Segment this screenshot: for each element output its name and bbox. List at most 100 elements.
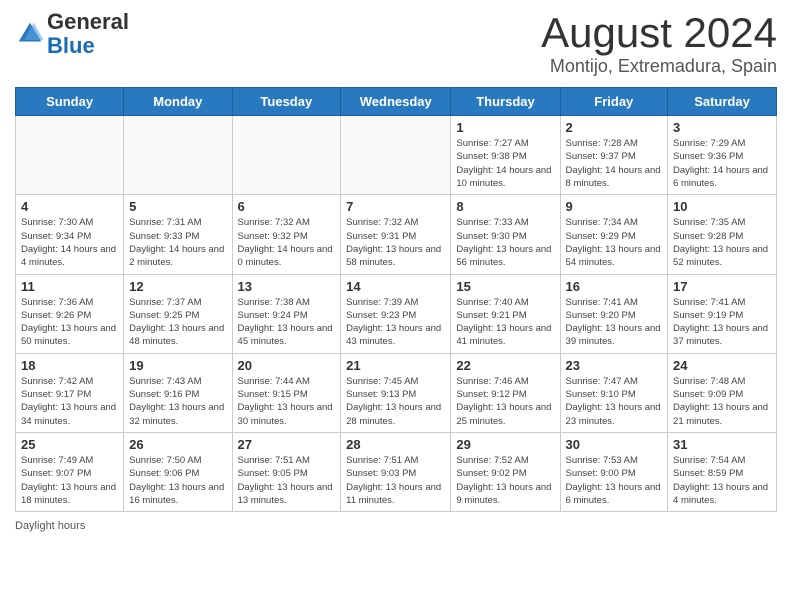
day-number: 1 [456, 120, 554, 135]
calendar-cell: 17Sunrise: 7:41 AMSunset: 9:19 PMDayligh… [668, 274, 777, 353]
day-info: Sunrise: 7:42 AMSunset: 9:17 PMDaylight:… [21, 375, 118, 428]
calendar-cell [232, 116, 341, 195]
day-info: Sunrise: 7:31 AMSunset: 9:33 PMDaylight:… [129, 216, 226, 269]
day-number: 30 [566, 437, 663, 452]
day-info: Sunrise: 7:32 AMSunset: 9:31 PMDaylight:… [346, 216, 445, 269]
day-info: Sunrise: 7:38 AMSunset: 9:24 PMDaylight:… [238, 296, 336, 349]
day-number: 29 [456, 437, 554, 452]
calendar-cell: 16 Sunrise: 7:41 AMSunset: 9:20 PMDayligh… [560, 274, 668, 353]
day-info: Sunrise: 7:41 AMSunset: 9:20 PMDaylight:… [566, 296, 663, 349]
day-info: Sunrise: 7:52 AMSunset: 9:02 PMDaylight:… [456, 454, 554, 507]
day-info: Sunrise: 7:35 AMSunset: 9:28 PMDaylight:… [673, 216, 771, 269]
week-row-1: 1 Sunrise: 7:27 AMSunset: 9:38 PMDaylight… [16, 116, 777, 195]
calendar-cell [341, 116, 451, 195]
calendar-cell: 25 Sunrise: 7:49 AMSunset: 9:07 PMDayligh… [16, 432, 124, 511]
week-row-5: 25 Sunrise: 7:49 AMSunset: 9:07 PMDayligh… [16, 432, 777, 511]
calendar-cell: 8 Sunrise: 7:33 AMSunset: 9:30 PMDaylight… [451, 195, 560, 274]
day-info: Sunrise: 7:29 AMSunset: 9:36 PMDaylight:… [673, 137, 771, 190]
calendar-cell: 21 Sunrise: 7:45 AMSunset: 9:13 PMDayligh… [341, 353, 451, 432]
logo: General Blue [15, 10, 129, 58]
day-info: Sunrise: 7:43 AMSunset: 9:16 PMDaylight:… [129, 375, 226, 428]
day-info: Sunrise: 7:32 AMSunset: 9:32 PMDaylight:… [238, 216, 336, 269]
day-number: 15 [456, 279, 554, 294]
day-number: 3 [673, 120, 771, 135]
calendar-cell [16, 116, 124, 195]
column-header-wednesday: Wednesday [341, 88, 451, 116]
day-info: Sunrise: 7:28 AMSunset: 9:37 PMDaylight:… [566, 137, 663, 190]
day-info: Sunrise: 7:46 AMSunset: 9:12 PMDaylight:… [456, 375, 554, 428]
week-row-4: 18 Sunrise: 7:42 AMSunset: 9:17 PMDayligh… [16, 353, 777, 432]
logo-text: General Blue [47, 10, 129, 58]
day-number: 7 [346, 199, 445, 214]
calendar-cell: 14Sunrise: 7:39 AMSunset: 9:23 PMDayligh… [341, 274, 451, 353]
day-number: 22 [456, 358, 554, 373]
day-info: Sunrise: 7:30 AMSunset: 9:34 PMDaylight:… [21, 216, 118, 269]
day-info: Sunrise: 7:41 AMSunset: 9:19 PMDaylight:… [673, 296, 771, 349]
calendar-cell: 13 Sunrise: 7:38 AMSunset: 9:24 PMDayligh… [232, 274, 341, 353]
calendar-cell: 26Sunrise: 7:50 AMSunset: 9:06 PMDayligh… [124, 432, 232, 511]
calendar-cell: 23 Sunrise: 7:47 AMSunset: 9:10 PMDayligh… [560, 353, 668, 432]
calendar-cell: 3 Sunrise: 7:29 AMSunset: 9:36 PMDaylight… [668, 116, 777, 195]
day-number: 2 [566, 120, 663, 135]
day-number: 19 [129, 358, 226, 373]
footer: Daylight hours [15, 520, 777, 532]
day-number: 20 [238, 358, 336, 373]
day-info: Sunrise: 7:48 AMSunset: 9:09 PMDaylight:… [673, 375, 771, 428]
calendar-cell: 19 Sunrise: 7:43 AMSunset: 9:16 PMDayligh… [124, 353, 232, 432]
subtitle: Montijo, Extremadura, Spain [541, 56, 777, 77]
calendar-cell: 10 Sunrise: 7:35 AMSunset: 9:28 PMDayligh… [668, 195, 777, 274]
day-info: Sunrise: 7:40 AMSunset: 9:21 PMDaylight:… [456, 296, 554, 349]
calendar-cell: 1 Sunrise: 7:27 AMSunset: 9:38 PMDaylight… [451, 116, 560, 195]
day-info: Sunrise: 7:33 AMSunset: 9:30 PMDaylight:… [456, 216, 554, 269]
calendar-cell: 4 Sunrise: 7:30 AMSunset: 9:34 PMDaylight… [16, 195, 124, 274]
day-info: Sunrise: 7:50 AMSunset: 9:06 PMDaylight:… [129, 454, 226, 507]
column-header-friday: Friday [560, 88, 668, 116]
calendar-cell: 11Sunrise: 7:36 AMSunset: 9:26 PMDayligh… [16, 274, 124, 353]
day-number: 16 [566, 279, 663, 294]
column-header-monday: Monday [124, 88, 232, 116]
calendar-cell: 7 Sunrise: 7:32 AMSunset: 9:31 PMDaylight… [341, 195, 451, 274]
column-header-sunday: Sunday [16, 88, 124, 116]
calendar-cell: 18 Sunrise: 7:42 AMSunset: 9:17 PMDayligh… [16, 353, 124, 432]
calendar-cell: 12Sunrise: 7:37 AMSunset: 9:25 PMDayligh… [124, 274, 232, 353]
calendar-cell: 29 Sunrise: 7:52 AMSunset: 9:02 PMDayligh… [451, 432, 560, 511]
day-number: 9 [566, 199, 663, 214]
calendar-cell: 24 Sunrise: 7:48 AMSunset: 9:09 PMDayligh… [668, 353, 777, 432]
day-number: 5 [129, 199, 226, 214]
day-info: Sunrise: 7:54 AMSunset: 8:59 PMDaylight:… [673, 454, 771, 507]
logo-icon [15, 19, 45, 49]
day-info: Sunrise: 7:45 AMSunset: 9:13 PMDaylight:… [346, 375, 445, 428]
column-header-thursday: Thursday [451, 88, 560, 116]
day-info: Sunrise: 7:44 AMSunset: 9:15 PMDaylight:… [238, 375, 336, 428]
day-number: 6 [238, 199, 336, 214]
calendar-cell: 15 Sunrise: 7:40 AMSunset: 9:21 PMDayligh… [451, 274, 560, 353]
calendar-cell [124, 116, 232, 195]
column-header-saturday: Saturday [668, 88, 777, 116]
calendar-cell: 22 Sunrise: 7:46 AMSunset: 9:12 PMDayligh… [451, 353, 560, 432]
day-info: Sunrise: 7:47 AMSunset: 9:10 PMDaylight:… [566, 375, 663, 428]
day-number: 27 [238, 437, 336, 452]
column-header-tuesday: Tuesday [232, 88, 341, 116]
day-info: Sunrise: 7:49 AMSunset: 9:07 PMDaylight:… [21, 454, 118, 507]
day-info: Sunrise: 7:53 AMSunset: 9:00 PMDaylight:… [566, 454, 663, 507]
day-number: 25 [21, 437, 118, 452]
day-info: Sunrise: 7:37 AMSunset: 9:25 PMDaylight:… [129, 296, 226, 349]
day-number: 13 [238, 279, 336, 294]
day-number: 24 [673, 358, 771, 373]
day-info: Sunrise: 7:39 AMSunset: 9:23 PMDaylight:… [346, 296, 445, 349]
day-number: 4 [21, 199, 118, 214]
day-number: 8 [456, 199, 554, 214]
day-number: 10 [673, 199, 771, 214]
calendar-cell: 2 Sunrise: 7:28 AMSunset: 9:37 PMDaylight… [560, 116, 668, 195]
day-number: 18 [21, 358, 118, 373]
day-number: 23 [566, 358, 663, 373]
header: General Blue August 2024 Montijo, Extrem… [15, 10, 777, 77]
week-row-2: 4 Sunrise: 7:30 AMSunset: 9:34 PMDaylight… [16, 195, 777, 274]
calendar-cell: 6 Sunrise: 7:32 AMSunset: 9:32 PMDaylight… [232, 195, 341, 274]
calendar-cell: 27Sunrise: 7:51 AMSunset: 9:05 PMDayligh… [232, 432, 341, 511]
main-title: August 2024 [541, 10, 777, 56]
day-number: 21 [346, 358, 445, 373]
title-block: August 2024 Montijo, Extremadura, Spain [541, 10, 777, 77]
calendar-header-row: SundayMondayTuesdayWednesdayThursdayFrid… [16, 88, 777, 116]
day-info: Sunrise: 7:27 AMSunset: 9:38 PMDaylight:… [456, 137, 554, 190]
